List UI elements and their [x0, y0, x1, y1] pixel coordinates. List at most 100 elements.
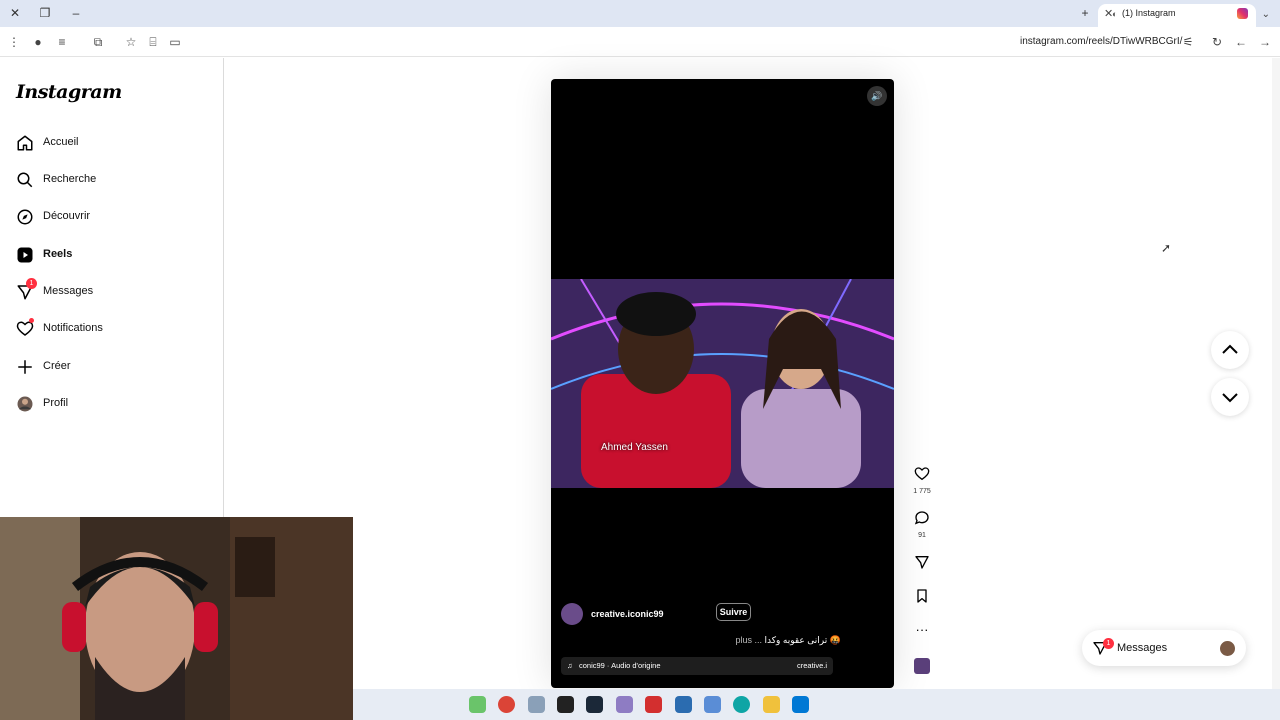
menu-icon[interactable]: ⋮: [6, 34, 22, 50]
chrome-icon[interactable]: [498, 696, 515, 713]
avatar: [17, 396, 33, 412]
browser-toolbar: ⋮ ● ≡ ⧉ ☆ ⌸ ▭ instagram.com/reels/DTiwWR…: [0, 27, 1280, 57]
reel-player[interactable]: 🔊 Ahmed Yassen creative.iconic99 Suivre …: [551, 79, 894, 688]
sidebar-item-label: Reels: [43, 248, 73, 260]
mouse-cursor: ➚: [1161, 241, 1172, 255]
sidebar-item-label: Messages: [43, 285, 94, 297]
avatar: [1220, 641, 1235, 656]
app-icon[interactable]: [645, 696, 662, 713]
like-button[interactable]: 1 775: [910, 466, 934, 495]
next-reel-button[interactable]: [1211, 378, 1249, 416]
minimize-window-icon[interactable]: –: [68, 5, 84, 21]
reload-icon[interactable]: ↻: [1209, 34, 1225, 50]
music-note-icon: ♫: [567, 661, 573, 670]
messages-floating-button[interactable]: 1 Messages: [1082, 630, 1246, 666]
notification-dot: [29, 318, 34, 323]
webcam-image: [0, 517, 353, 720]
edge-icon[interactable]: [733, 696, 750, 713]
sidebar-item-messages[interactable]: 1 Messages: [16, 278, 216, 308]
video-scene: [551, 279, 894, 488]
scrollbar[interactable]: [1272, 58, 1280, 689]
messages-label: Messages: [1117, 642, 1168, 654]
share-button[interactable]: [910, 554, 934, 575]
sidebar-item-accueil[interactable]: Accueil: [16, 129, 216, 159]
sidebar-item-label: Créer: [43, 360, 71, 372]
reel-video-frame: Ahmed Yassen: [551, 279, 894, 488]
sidebar-item-label: Profil: [43, 397, 69, 409]
more-options-icon[interactable]: ···: [910, 622, 934, 638]
browser-tab-bar: ✕ ❐ – + ✕ ◐ (1) Instagram ⌄: [0, 0, 1280, 27]
sidebar-item-profil[interactable]: Profil: [16, 390, 216, 420]
author-avatar[interactable]: [561, 603, 583, 625]
app-icon[interactable]: [675, 696, 692, 713]
share-icon: [915, 556, 929, 569]
cast-icon[interactable]: ▭: [167, 34, 183, 50]
discord-icon[interactable]: [616, 696, 633, 713]
comment-button[interactable]: 91: [910, 510, 934, 539]
audio-title: conic99 · Audio d'origine: [579, 661, 661, 670]
sidebar-item-decouvrir[interactable]: Découvrir: [16, 203, 216, 233]
home-icon: [17, 135, 33, 151]
sidebar-item-label: Notifications: [43, 322, 103, 334]
sidebar-item-recherche[interactable]: Recherche: [16, 166, 216, 196]
sidebar: Instagram Accueil Recherche Découvrir Re…: [0, 58, 224, 520]
audio-cover: [914, 658, 930, 674]
messages-badge: 1: [26, 278, 37, 289]
more-link[interactable]: plus ...: [736, 635, 763, 645]
likes-count: 1 775: [913, 488, 931, 495]
save-button[interactable]: [910, 588, 934, 609]
star-icon[interactable]: ☆: [123, 34, 139, 50]
audio-bar[interactable]: ♫ conic99 · Audio d'origine creative.i: [561, 657, 833, 675]
follow-button[interactable]: Suivre: [716, 603, 751, 621]
audio-author: creative.i: [796, 661, 827, 670]
compass-icon: [17, 209, 33, 225]
volume-icon[interactable]: 🔊: [867, 86, 887, 106]
webcam-overlay: [0, 517, 353, 720]
chevron-down-icon: [1222, 393, 1238, 403]
browser-tab[interactable]: ✕ ◐ (1) Instagram ⌄: [1098, 4, 1270, 27]
sidebar-item-label: Recherche: [43, 173, 97, 185]
description-text: ترانی عقوبه وكدا 🤬: [764, 635, 841, 645]
app-icon[interactable]: [469, 696, 486, 713]
sidebar-item-reels[interactable]: Reels: [16, 241, 216, 271]
new-tab-icon[interactable]: +: [1077, 5, 1093, 21]
comment-icon: [914, 511, 929, 525]
sidebar-item-label: Découvrir: [43, 210, 91, 222]
reading-list-icon[interactable]: ≡: [54, 34, 70, 50]
previous-reel-button[interactable]: [1211, 331, 1249, 369]
speaker-icon: ◐: [1112, 9, 1118, 19]
instagram-favicon-icon: [1237, 8, 1248, 19]
app-icon[interactable]: [557, 696, 574, 713]
bookmark-icon: [917, 589, 927, 603]
instagram-logo[interactable]: Instagram: [16, 81, 122, 103]
translate-icon[interactable]: ⌸: [145, 34, 161, 50]
reel-description[interactable]: plus ... ترانی عقوبه وكدا 🤬: [736, 635, 842, 646]
messages-badge: 1: [1103, 638, 1114, 649]
sidebar-item-label: Accueil: [43, 136, 79, 148]
app-icon[interactable]: [704, 696, 721, 713]
close-window-icon[interactable]: ✕: [7, 5, 23, 21]
author-username[interactable]: creative.iconic99: [591, 609, 664, 619]
video-caption-name: Ahmed Yassen: [601, 442, 668, 453]
settings-icon[interactable]: [528, 696, 545, 713]
chevron-down-icon[interactable]: ⌄: [1262, 5, 1270, 24]
extensions-icon[interactable]: ⧉: [90, 34, 106, 50]
windows-icon[interactable]: [792, 696, 809, 713]
address-bar[interactable]: instagram.com/reels/DTiwWRBCGrI/: [1020, 36, 1182, 47]
audio-thumbnail[interactable]: [910, 658, 934, 679]
restore-window-icon[interactable]: ❐: [37, 5, 53, 21]
reels-icon: [17, 247, 33, 263]
site-settings-icon[interactable]: ⚟: [1180, 34, 1196, 50]
sidebar-item-creer[interactable]: Créer: [16, 353, 216, 383]
tab-title: (1) Instagram: [1122, 8, 1176, 18]
taskbar: [353, 689, 1280, 720]
sidebar-item-notifications[interactable]: Notifications: [16, 315, 216, 345]
folder-icon[interactable]: [763, 696, 780, 713]
heart-icon: [914, 467, 930, 481]
profile-icon[interactable]: ●: [30, 34, 46, 50]
search-icon: [17, 172, 33, 188]
steam-icon[interactable]: [586, 696, 603, 713]
forward-icon[interactable]: →: [1257, 34, 1273, 50]
chevron-up-icon: [1222, 344, 1238, 354]
back-icon[interactable]: ←: [1233, 34, 1249, 50]
